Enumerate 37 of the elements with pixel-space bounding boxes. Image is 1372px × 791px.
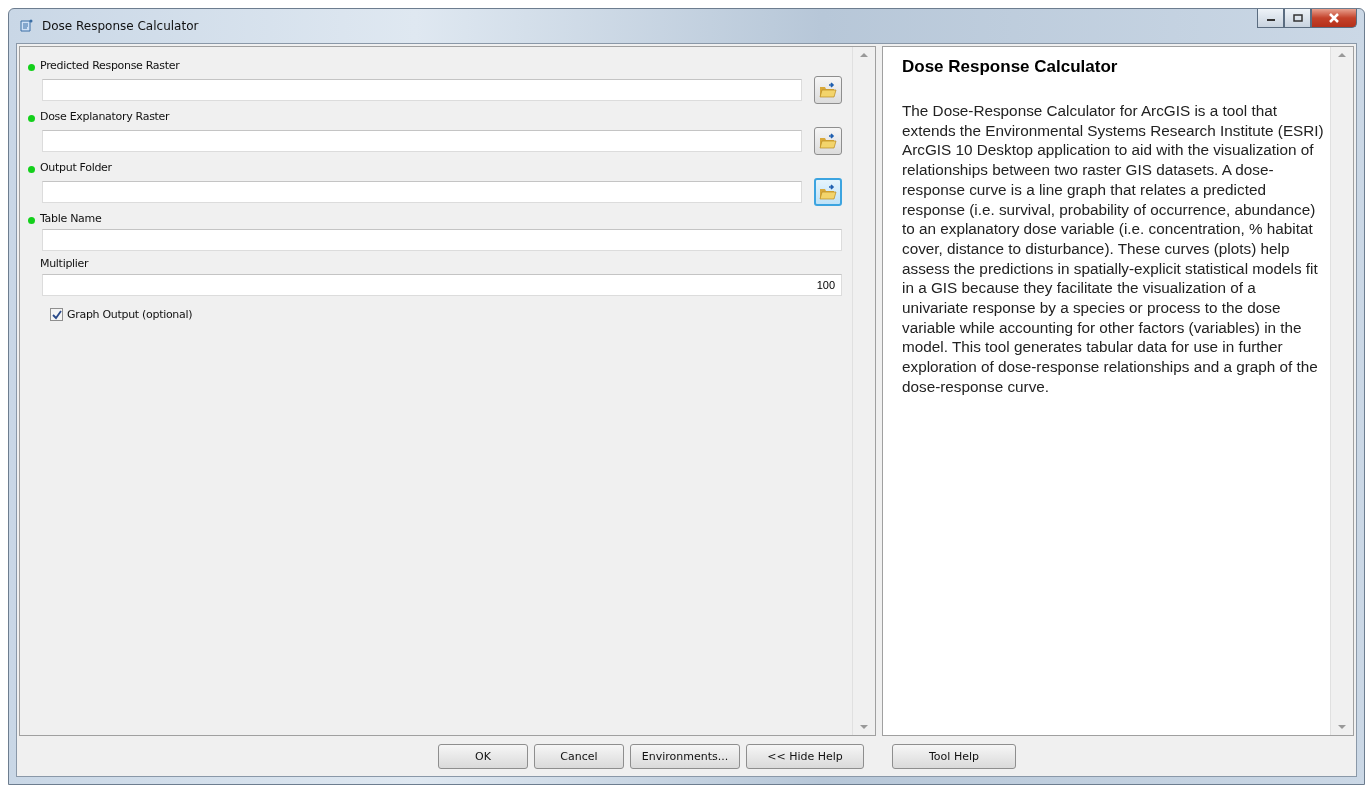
- field-label: Predicted Response Raster: [40, 59, 180, 72]
- input-field[interactable]: [42, 130, 802, 152]
- browse-button[interactable]: [814, 127, 842, 155]
- help-text: The Dose-Response Calculator for ArcGIS is a tool that extends the Environmental Systems Research Institute (ESRI) ArcGIS 10 Desktop application to aid with the visualization of relationships between two raster GIS datasets. A dose-response curve is a line graph that relates a predicted response (i.e. survival, probability of occurrence, abundance) to an explanatory dose variable (i.e. concentration, % habitat cover, distance to disturbance). These curves (plots) help assess the predictions in spatially-explicit statistical models fit in a GIS because they facilitate the visualization of a univariate response by a species or process to the dose variable while accounting for other factors (variables) in the model. This tool generates tabular data for use in further exploration of dose-response relationships and a graph of the dose-response curve.: [902, 101, 1325, 397]
- folder-icon: [819, 82, 837, 98]
- window-title: Dose Response Calculator: [42, 19, 199, 33]
- maximize-button[interactable]: [1284, 9, 1311, 28]
- scroll-up-icon[interactable]: [860, 53, 868, 57]
- browse-button[interactable]: [814, 76, 842, 104]
- dialog-button[interactable]: Environments...: [630, 743, 740, 769]
- dialog-button[interactable]: Tool Help: [892, 743, 1016, 769]
- input-field[interactable]: [42, 229, 842, 251]
- scroll-down-icon[interactable]: [860, 725, 868, 729]
- field-label: Multiplier: [40, 257, 89, 270]
- folder-icon: [819, 184, 837, 200]
- field-label: Dose Explanatory Raster: [40, 110, 170, 123]
- help-title: Dose Response Calculator: [902, 57, 1119, 77]
- scroll-icon: [18, 18, 34, 34]
- maximize-icon: [1292, 14, 1303, 22]
- input-field[interactable]: 100: [42, 274, 842, 296]
- dialog-button[interactable]: Cancel: [534, 743, 624, 769]
- field-label: Table Name: [40, 212, 102, 225]
- checkbox-label: Graph Output (optional): [67, 308, 193, 321]
- input-field[interactable]: [42, 79, 802, 101]
- folder-icon: [819, 133, 837, 149]
- scroll-down-icon[interactable]: [1338, 725, 1346, 729]
- dialog-button[interactable]: OK: [438, 743, 528, 769]
- browse-button[interactable]: [814, 178, 842, 206]
- input-field[interactable]: [42, 181, 802, 203]
- close-icon: [1328, 13, 1340, 23]
- dialog-button[interactable]: << Hide Help: [746, 743, 864, 769]
- close-button[interactable]: [1311, 9, 1357, 28]
- field-label: Output Folder: [40, 161, 112, 174]
- scrollbar[interactable]: [1330, 47, 1353, 735]
- scroll-up-icon[interactable]: [1338, 53, 1346, 57]
- minimize-button[interactable]: [1257, 9, 1284, 28]
- checkbox[interactable]: [50, 308, 63, 321]
